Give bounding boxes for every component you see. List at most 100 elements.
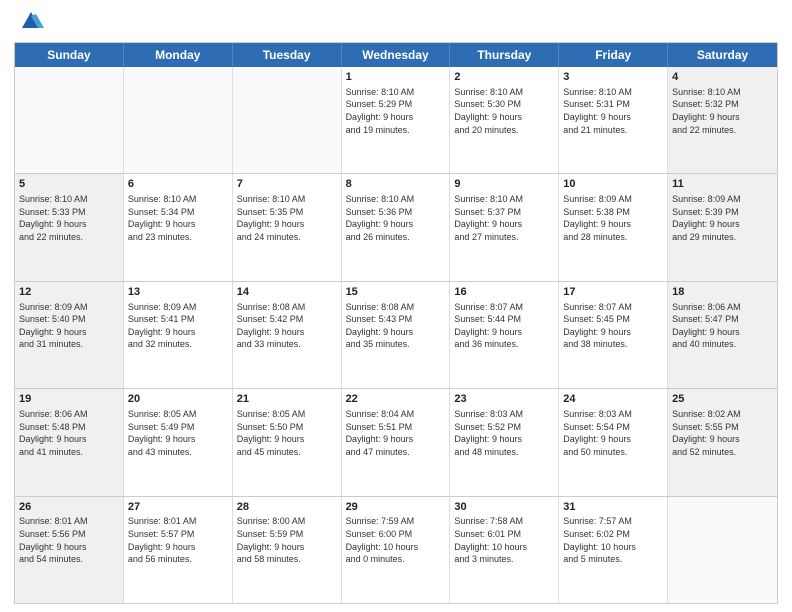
calendar-header-row: SundayMondayTuesdayWednesdayThursdayFrid… (15, 43, 777, 67)
calendar-header-cell: Thursday (450, 43, 559, 67)
day-number: 23 (454, 392, 554, 407)
cell-info: Sunrise: 8:10 AM Sunset: 5:33 PM Dayligh… (19, 193, 119, 243)
calendar-cell (124, 67, 233, 173)
cell-info: Sunrise: 8:02 AM Sunset: 5:55 PM Dayligh… (672, 408, 773, 458)
calendar-cell: 26Sunrise: 8:01 AM Sunset: 5:56 PM Dayli… (15, 497, 124, 603)
cell-info: Sunrise: 8:10 AM Sunset: 5:35 PM Dayligh… (237, 193, 337, 243)
calendar-cell (233, 67, 342, 173)
cell-info: Sunrise: 8:10 AM Sunset: 5:37 PM Dayligh… (454, 193, 554, 243)
calendar-cell: 17Sunrise: 8:07 AM Sunset: 5:45 PM Dayli… (559, 282, 668, 388)
calendar-week: 19Sunrise: 8:06 AM Sunset: 5:48 PM Dayli… (15, 389, 777, 496)
calendar-cell: 16Sunrise: 8:07 AM Sunset: 5:44 PM Dayli… (450, 282, 559, 388)
day-number: 22 (346, 392, 446, 407)
calendar-cell: 24Sunrise: 8:03 AM Sunset: 5:54 PM Dayli… (559, 389, 668, 495)
day-number: 14 (237, 285, 337, 300)
calendar-cell: 10Sunrise: 8:09 AM Sunset: 5:38 PM Dayli… (559, 174, 668, 280)
cell-info: Sunrise: 8:09 AM Sunset: 5:38 PM Dayligh… (563, 193, 663, 243)
cell-info: Sunrise: 8:08 AM Sunset: 5:43 PM Dayligh… (346, 301, 446, 351)
cell-info: Sunrise: 8:09 AM Sunset: 5:41 PM Dayligh… (128, 301, 228, 351)
day-number: 24 (563, 392, 663, 407)
calendar-cell: 22Sunrise: 8:04 AM Sunset: 5:51 PM Dayli… (342, 389, 451, 495)
day-number: 19 (19, 392, 119, 407)
day-number: 5 (19, 177, 119, 192)
calendar-header-cell: Tuesday (233, 43, 342, 67)
calendar-header-cell: Sunday (15, 43, 124, 67)
day-number: 17 (563, 285, 663, 300)
calendar-cell (15, 67, 124, 173)
day-number: 1 (346, 70, 446, 85)
calendar-cell: 4Sunrise: 8:10 AM Sunset: 5:32 PM Daylig… (668, 67, 777, 173)
day-number: 26 (19, 500, 119, 515)
day-number: 18 (672, 285, 773, 300)
calendar-cell: 20Sunrise: 8:05 AM Sunset: 5:49 PM Dayli… (124, 389, 233, 495)
cell-info: Sunrise: 8:03 AM Sunset: 5:52 PM Dayligh… (454, 408, 554, 458)
day-number: 15 (346, 285, 446, 300)
calendar-cell: 8Sunrise: 8:10 AM Sunset: 5:36 PM Daylig… (342, 174, 451, 280)
cell-info: Sunrise: 7:57 AM Sunset: 6:02 PM Dayligh… (563, 515, 663, 565)
day-number: 13 (128, 285, 228, 300)
cell-info: Sunrise: 8:01 AM Sunset: 5:56 PM Dayligh… (19, 515, 119, 565)
cell-info: Sunrise: 8:05 AM Sunset: 5:49 PM Dayligh… (128, 408, 228, 458)
day-number: 25 (672, 392, 773, 407)
calendar-cell: 2Sunrise: 8:10 AM Sunset: 5:30 PM Daylig… (450, 67, 559, 173)
calendar-cell: 15Sunrise: 8:08 AM Sunset: 5:43 PM Dayli… (342, 282, 451, 388)
day-number: 21 (237, 392, 337, 407)
calendar-cell: 31Sunrise: 7:57 AM Sunset: 6:02 PM Dayli… (559, 497, 668, 603)
cell-info: Sunrise: 8:09 AM Sunset: 5:39 PM Dayligh… (672, 193, 773, 243)
calendar-header-cell: Friday (559, 43, 668, 67)
logo-icon (16, 6, 46, 36)
calendar-cell: 11Sunrise: 8:09 AM Sunset: 5:39 PM Dayli… (668, 174, 777, 280)
cell-info: Sunrise: 8:10 AM Sunset: 5:32 PM Dayligh… (672, 86, 773, 136)
calendar-week: 12Sunrise: 8:09 AM Sunset: 5:40 PM Dayli… (15, 282, 777, 389)
calendar-cell: 6Sunrise: 8:10 AM Sunset: 5:34 PM Daylig… (124, 174, 233, 280)
calendar-cell: 21Sunrise: 8:05 AM Sunset: 5:50 PM Dayli… (233, 389, 342, 495)
day-number: 3 (563, 70, 663, 85)
cell-info: Sunrise: 8:10 AM Sunset: 5:36 PM Dayligh… (346, 193, 446, 243)
cell-info: Sunrise: 8:07 AM Sunset: 5:44 PM Dayligh… (454, 301, 554, 351)
calendar-cell: 30Sunrise: 7:58 AM Sunset: 6:01 PM Dayli… (450, 497, 559, 603)
calendar-header-cell: Monday (124, 43, 233, 67)
day-number: 11 (672, 177, 773, 192)
calendar-cell: 25Sunrise: 8:02 AM Sunset: 5:55 PM Dayli… (668, 389, 777, 495)
cell-info: Sunrise: 8:04 AM Sunset: 5:51 PM Dayligh… (346, 408, 446, 458)
day-number: 12 (19, 285, 119, 300)
cell-info: Sunrise: 8:00 AM Sunset: 5:59 PM Dayligh… (237, 515, 337, 565)
calendar-cell: 12Sunrise: 8:09 AM Sunset: 5:40 PM Dayli… (15, 282, 124, 388)
calendar-cell: 28Sunrise: 8:00 AM Sunset: 5:59 PM Dayli… (233, 497, 342, 603)
calendar-cell: 13Sunrise: 8:09 AM Sunset: 5:41 PM Dayli… (124, 282, 233, 388)
calendar-cell: 23Sunrise: 8:03 AM Sunset: 5:52 PM Dayli… (450, 389, 559, 495)
calendar-cell: 27Sunrise: 8:01 AM Sunset: 5:57 PM Dayli… (124, 497, 233, 603)
cell-info: Sunrise: 8:05 AM Sunset: 5:50 PM Dayligh… (237, 408, 337, 458)
calendar-week: 1Sunrise: 8:10 AM Sunset: 5:29 PM Daylig… (15, 67, 777, 174)
cell-info: Sunrise: 8:08 AM Sunset: 5:42 PM Dayligh… (237, 301, 337, 351)
calendar-cell: 3Sunrise: 8:10 AM Sunset: 5:31 PM Daylig… (559, 67, 668, 173)
calendar-header-cell: Saturday (668, 43, 777, 67)
calendar-cell (668, 497, 777, 603)
calendar-body: 1Sunrise: 8:10 AM Sunset: 5:29 PM Daylig… (15, 67, 777, 603)
day-number: 4 (672, 70, 773, 85)
day-number: 16 (454, 285, 554, 300)
cell-info: Sunrise: 8:10 AM Sunset: 5:30 PM Dayligh… (454, 86, 554, 136)
calendar-week: 26Sunrise: 8:01 AM Sunset: 5:56 PM Dayli… (15, 497, 777, 603)
calendar-header-cell: Wednesday (342, 43, 451, 67)
calendar-week: 5Sunrise: 8:10 AM Sunset: 5:33 PM Daylig… (15, 174, 777, 281)
logo (14, 10, 46, 36)
cell-info: Sunrise: 8:10 AM Sunset: 5:29 PM Dayligh… (346, 86, 446, 136)
day-number: 30 (454, 500, 554, 515)
cell-info: Sunrise: 8:03 AM Sunset: 5:54 PM Dayligh… (563, 408, 663, 458)
day-number: 27 (128, 500, 228, 515)
cell-info: Sunrise: 8:01 AM Sunset: 5:57 PM Dayligh… (128, 515, 228, 565)
day-number: 2 (454, 70, 554, 85)
calendar-cell: 14Sunrise: 8:08 AM Sunset: 5:42 PM Dayli… (233, 282, 342, 388)
calendar-cell: 5Sunrise: 8:10 AM Sunset: 5:33 PM Daylig… (15, 174, 124, 280)
page: SundayMondayTuesdayWednesdayThursdayFrid… (0, 0, 792, 612)
day-number: 9 (454, 177, 554, 192)
day-number: 31 (563, 500, 663, 515)
day-number: 10 (563, 177, 663, 192)
cell-info: Sunrise: 7:59 AM Sunset: 6:00 PM Dayligh… (346, 515, 446, 565)
cell-info: Sunrise: 8:10 AM Sunset: 5:31 PM Dayligh… (563, 86, 663, 136)
day-number: 6 (128, 177, 228, 192)
day-number: 8 (346, 177, 446, 192)
calendar-cell: 9Sunrise: 8:10 AM Sunset: 5:37 PM Daylig… (450, 174, 559, 280)
calendar-cell: 1Sunrise: 8:10 AM Sunset: 5:29 PM Daylig… (342, 67, 451, 173)
